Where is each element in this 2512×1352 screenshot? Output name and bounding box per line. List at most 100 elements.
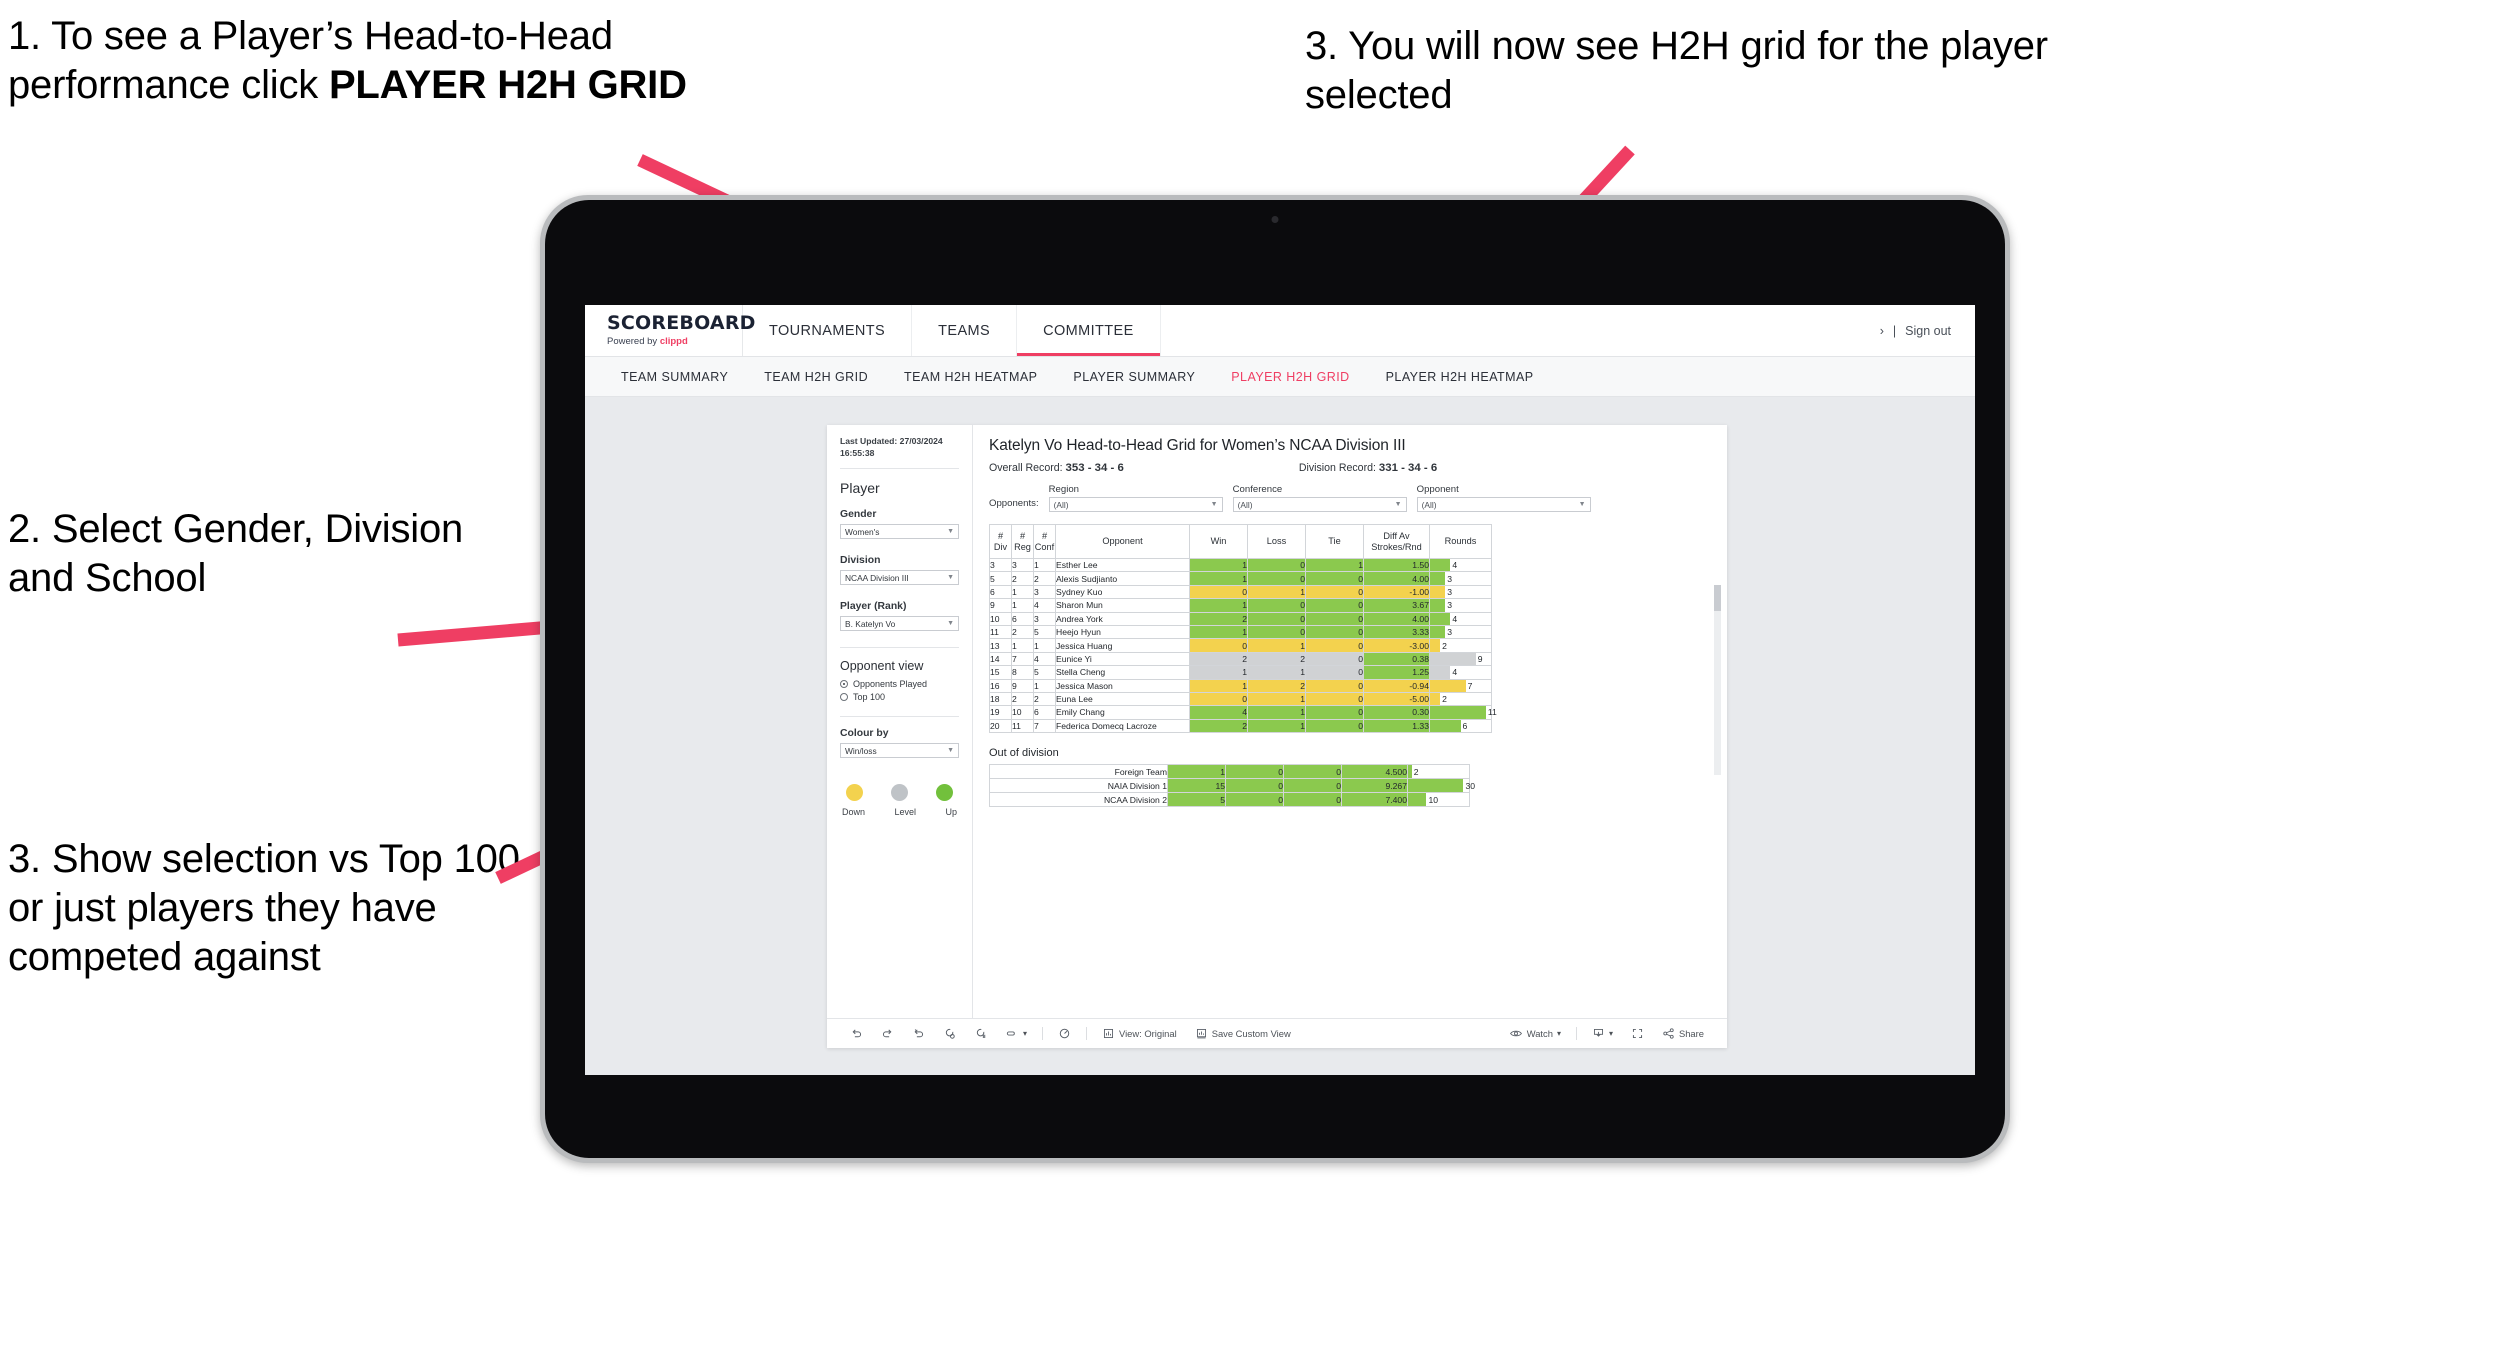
cell-tie: 0 [1305, 598, 1364, 613]
app-canvas: Last Updated: 27/03/2024 16:55:38 Player… [585, 397, 1975, 1075]
tab-player-h2h-heatmap[interactable]: PLAYER H2H HEATMAP [1368, 370, 1552, 384]
player-rank-select[interactable]: B. Katelyn Vo ▼ [840, 616, 959, 632]
table-scrollbar-thumb[interactable] [1714, 585, 1721, 611]
view-original-button[interactable]: View: Original [1093, 1027, 1186, 1040]
table-row[interactable]: 6 1 3 Sydney Kuo 0 1 0 -1.00 3 [989, 584, 1492, 600]
col-loss[interactable]: Loss [1247, 524, 1306, 559]
overall-record-label: Overall Record: [989, 462, 1063, 474]
cell-opponent: Jessica Mason [1055, 678, 1190, 693]
cell-win: 1 [1189, 557, 1248, 573]
opponent-view-label: Opponent view [840, 659, 924, 674]
account-area: › | Sign out [1880, 305, 1975, 356]
pause-updates-button[interactable] [965, 1027, 996, 1040]
highlight-button[interactable] [1049, 1027, 1080, 1040]
watch-button[interactable]: Watch ▾ [1500, 1027, 1570, 1040]
table-row[interactable]: 18 2 2 Euna Lee 0 1 0 -5.00 2 [989, 691, 1492, 707]
divider: | [1892, 323, 1897, 338]
tab-team-h2h-grid[interactable]: TEAM H2H GRID [746, 370, 886, 384]
radio-opponents-played[interactable]: Opponents Played [840, 679, 959, 689]
col-win[interactable]: Win [1189, 524, 1248, 559]
toolbar-divider-3 [1575, 1027, 1577, 1040]
cell-reg: 9 [1011, 678, 1034, 693]
table-scrollbar-track[interactable] [1714, 585, 1721, 775]
colour-by-select[interactable]: Win/loss ▼ [840, 743, 959, 759]
table-row[interactable]: 5 2 2 Alexis Sudjianto 1 0 0 4.00 3 [989, 571, 1492, 586]
revert-button[interactable] [903, 1027, 934, 1040]
sidebar-divider-3 [840, 716, 959, 718]
table-row[interactable]: 20 11 7 Federica Domecq Lacroze 2 1 0 1.33 6 [989, 718, 1492, 734]
tab-player-h2h-grid[interactable]: PLAYER H2H GRID [1213, 370, 1367, 384]
undo-button[interactable] [841, 1027, 872, 1040]
chevron-right-icon[interactable]: › [1880, 324, 1884, 338]
filter-conference-select[interactable]: (All) ▼ [1232, 497, 1407, 512]
division-record: Division Record: 331 - 34 - 6 [1299, 462, 1437, 474]
cell-div: 10 [989, 611, 1012, 626]
legend-label-down: Down [842, 807, 866, 818]
table-row[interactable]: 10 6 3 Andrea York 2 0 0 4.00 4 [989, 611, 1492, 626]
filter-region-select[interactable]: (All) ▼ [1048, 497, 1223, 512]
cell-loss: 0 [1247, 571, 1306, 586]
nav-item-tournaments[interactable]: TOURNAMENTS [743, 305, 913, 356]
table-row[interactable]: 3 3 1 Esther Lee 1 0 1 1.50 4 [989, 557, 1492, 573]
table-row[interactable]: 19 10 6 Emily Chang 4 1 0 0.30 11 [989, 705, 1497, 720]
col-reg[interactable]: # Reg [1011, 524, 1034, 559]
col-diff[interactable]: Diff Av Strokes/Rnd [1363, 524, 1430, 559]
tablet-device-frame: SCOREBOARD Powered by clippd TOURNAMENTS… [540, 195, 2010, 1163]
table-row[interactable]: 9 1 4 Sharon Mun 1 0 0 3.67 3 [989, 598, 1492, 613]
col-div[interactable]: # Div [989, 524, 1012, 559]
table-row[interactable]: 13 1 1 Jessica Huang 0 1 0 -3.00 2 [989, 638, 1492, 653]
tab-player-summary[interactable]: PLAYER SUMMARY [1055, 370, 1213, 384]
table-row[interactable]: NAIA Division 1 15 0 0 9.267 30 [989, 778, 1475, 794]
sign-out-link[interactable]: Sign out [1905, 324, 1951, 338]
out-of-division-title: Out of division [989, 747, 1059, 760]
cell-reg: 8 [1011, 665, 1034, 680]
legend-label-up: Up [945, 807, 957, 818]
overall-record: Overall Record: 353 - 34 - 6 [989, 462, 1124, 474]
cell-opponent: Federica Domecq Lacroze [1055, 718, 1190, 734]
filter-conference-value: (All) [1237, 499, 1253, 510]
tab-team-summary[interactable]: TEAM SUMMARY [603, 370, 746, 384]
division-select[interactable]: NCAA Division III ▼ [840, 570, 959, 586]
table-row[interactable]: 14 7 4 Eunice Yi 2 2 0 0.38 9 [989, 651, 1492, 667]
tab-team-h2h-heatmap[interactable]: TEAM H2H HEATMAP [886, 370, 1055, 384]
cell-reg: 10 [1011, 705, 1034, 720]
col-conf[interactable]: # Conf [1033, 524, 1056, 559]
table-row[interactable]: 15 8 5 Stella Cheng 1 1 0 1.25 4 [989, 665, 1492, 680]
cell-tie: 0 [1283, 764, 1342, 780]
fit-dropdown[interactable]: ▾ [996, 1027, 1036, 1040]
col-tie[interactable]: Tie [1305, 524, 1364, 559]
last-updated-text: Last Updated: 27/03/2024 16:55:38 [840, 436, 943, 458]
fullscreen-button[interactable] [1622, 1027, 1653, 1040]
cell-diff: 4.00 [1363, 571, 1430, 586]
table-row[interactable]: 11 2 5 Heejo Hyun 1 0 0 3.33 3 [989, 624, 1492, 640]
brand-logo[interactable]: SCOREBOARD Powered by clippd [585, 305, 756, 356]
chevron-down-icon: ▼ [947, 528, 954, 536]
cell-div: 15 [989, 665, 1012, 680]
cell-tie: 0 [1305, 665, 1364, 680]
brand-name: SCOREBOARD [607, 312, 756, 334]
save-custom-view-button[interactable]: Save Custom View [1186, 1027, 1300, 1040]
share-button[interactable]: Share [1653, 1027, 1713, 1040]
redo-button[interactable] [872, 1027, 903, 1040]
nav-item-teams[interactable]: TEAMS [912, 305, 1018, 356]
cell-conf: 1 [1033, 557, 1056, 573]
download-button[interactable]: ▾ [1583, 1027, 1622, 1040]
gender-select[interactable]: Women's ▼ [840, 524, 959, 540]
refresh-button[interactable] [934, 1027, 965, 1040]
table-row[interactable]: NCAA Division 2 5 0 0 7.400 10 [989, 792, 1470, 808]
primary-nav: TOURNAMENTS TEAMS COMMITTEE [743, 305, 1161, 356]
cell-diff: -3.00 [1363, 638, 1430, 653]
filter-opponent-label: Opponent [1416, 484, 1459, 495]
table-row[interactable]: Foreign Team 1 0 0 4.500 2 [989, 764, 1470, 780]
cell-reg: 2 [1011, 691, 1034, 707]
radio-top-100[interactable]: Top 100 [840, 692, 959, 702]
h2h-table-head: # Div # Reg # Conf Opponent Win Loss Tie Di… [989, 524, 1492, 559]
nav-item-committee[interactable]: COMMITTEE [1017, 305, 1161, 356]
filter-sidebar: Last Updated: 27/03/2024 16:55:38 Player… [827, 425, 973, 1018]
filter-opponent-select[interactable]: (All) ▼ [1416, 497, 1591, 512]
col-opponent[interactable]: Opponent [1055, 524, 1190, 559]
table-row[interactable]: 16 9 1 Jessica Mason 1 2 0 -0.94 7 [989, 678, 1492, 693]
cell-opponent: Eunice Yi [1055, 651, 1190, 667]
col-rounds[interactable]: Rounds [1429, 524, 1492, 559]
annotation-step-2: 2. Select Gender, Division and School [8, 507, 474, 600]
